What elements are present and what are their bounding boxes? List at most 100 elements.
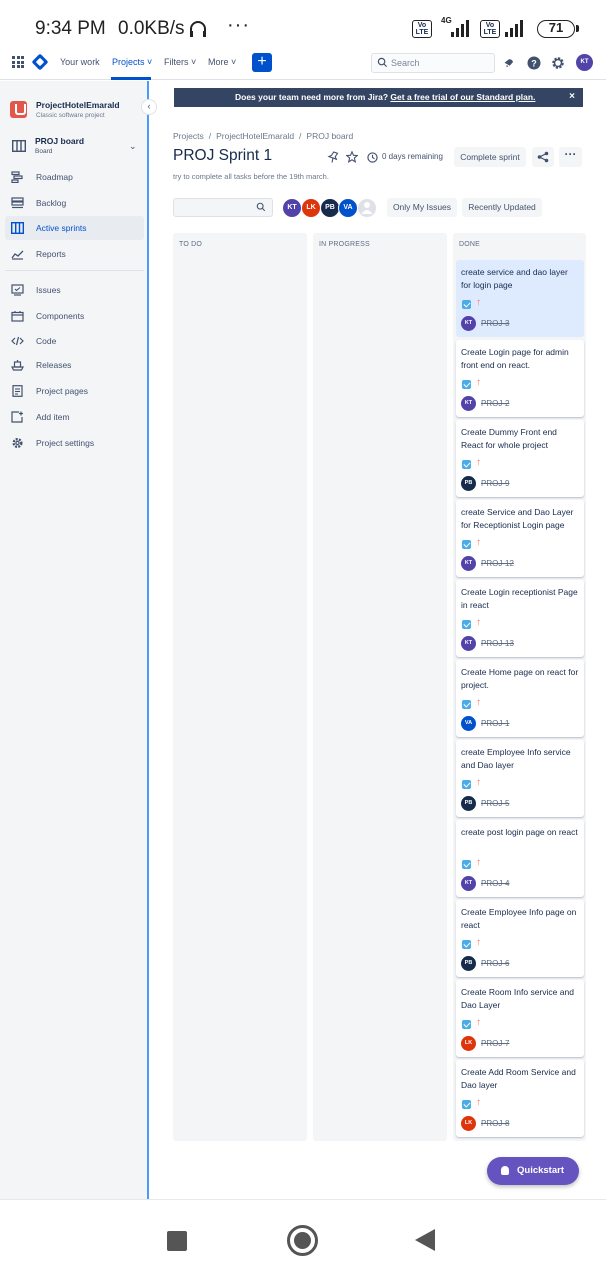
priority-arrow-icon: ↑ <box>476 617 481 628</box>
star-icon[interactable] <box>346 151 358 163</box>
sidebar-item-components[interactable]: Components <box>5 304 144 328</box>
breadcrumb-board[interactable]: PROJ board <box>306 131 353 141</box>
create-button[interactable]: + <box>252 53 272 72</box>
sidebar-item-project-pages[interactable]: Project pages <box>5 379 144 403</box>
issue-key[interactable]: PROJ-9 <box>481 479 509 488</box>
pin-icon[interactable] <box>327 151 339 163</box>
issue-key[interactable]: PROJ-8 <box>481 1119 509 1128</box>
issue-key[interactable]: PROJ-1 <box>481 719 509 728</box>
user-avatar[interactable]: KT <box>576 54 593 71</box>
assignee-avatar[interactable]: KT <box>461 876 476 891</box>
project-type: Classic software project <box>36 112 105 119</box>
issue-key[interactable]: PROJ-2 <box>481 399 509 408</box>
assignee-avatar[interactable]: KT <box>461 316 476 331</box>
avatar-filter-pb[interactable]: PB <box>320 198 340 218</box>
chevron-down-icon[interactable]: ⌄ <box>129 141 137 152</box>
avatar-filter-va[interactable]: VA <box>338 198 358 218</box>
issue-card[interactable]: Create Login page for admin front end on… <box>456 340 584 417</box>
recently-updated-button[interactable]: Recently Updated <box>462 198 542 217</box>
board-name[interactable]: PROJ board <box>35 136 84 146</box>
issue-card[interactable]: create Service and Dao Layer for Recepti… <box>456 500 584 577</box>
assignee-avatar[interactable]: LK <box>461 1116 476 1131</box>
issue-key[interactable]: PROJ-7 <box>481 1039 509 1048</box>
issue-card[interactable]: Create Login receptionist Page in react ↑… <box>456 580 584 657</box>
nav-projects[interactable]: Projects ˅ <box>112 57 152 67</box>
home-icon[interactable] <box>287 1225 318 1256</box>
issue-summary: create Employee Info service and Dao lay… <box>461 747 571 770</box>
assignee-avatar[interactable]: KT <box>461 636 476 651</box>
nav-more[interactable]: More ˅ <box>208 57 236 67</box>
close-icon[interactable]: × <box>569 91 575 102</box>
collapse-sidebar-button[interactable]: ‹ <box>141 99 157 115</box>
assignee-avatar[interactable]: PB <box>461 956 476 971</box>
jira-logo-icon[interactable] <box>31 53 49 71</box>
sidebar-item-label: Backlog <box>36 198 67 208</box>
more-actions-button[interactable]: ··· <box>559 147 582 167</box>
assignee-avatar[interactable]: PB <box>461 476 476 491</box>
sidebar-item-active-sprints[interactable]: Active sprints <box>5 216 144 240</box>
sidebar-item-backlog[interactable]: Backlog <box>5 191 144 215</box>
nav-filters[interactable]: Filters ˅ <box>164 57 196 67</box>
issue-card[interactable]: create service and dao layer for login p… <box>456 260 584 337</box>
complete-sprint-button[interactable]: Complete sprint <box>454 147 526 167</box>
free-trial-link[interactable]: Get a free trial of our Standard plan. <box>390 92 535 102</box>
assignee-avatar[interactable]: KT <box>461 556 476 571</box>
sidebar-item-code[interactable]: Code <box>5 329 144 353</box>
issue-key[interactable]: PROJ-12 <box>481 559 514 568</box>
android-nav-bar <box>0 1199 606 1280</box>
sidebar-item-releases[interactable]: Releases <box>5 353 144 377</box>
help-icon[interactable]: ? <box>527 56 541 70</box>
issue-summary: create service and dao layer for login p… <box>461 267 568 290</box>
board-search-input[interactable] <box>173 198 273 217</box>
story-type-icon <box>462 1020 471 1029</box>
sidebar-item-project-settings[interactable]: Project settings <box>5 431 144 455</box>
assignee-avatar[interactable]: VA <box>461 716 476 731</box>
sidebar-item-roadmap[interactable]: Roadmap <box>5 165 144 189</box>
main-content: Does your team need more from Jira? Get … <box>151 81 606 1199</box>
notifications-icon[interactable] <box>502 56 516 70</box>
only-my-issues-button[interactable]: Only My Issues <box>387 198 457 217</box>
active-nav-underline <box>111 77 151 80</box>
more-notifications-icon: ··· <box>227 14 250 36</box>
issue-key[interactable]: PROJ-6 <box>481 959 509 968</box>
breadcrumb: Projects / ProjectHotelEmarald / PROJ board <box>173 131 354 141</box>
settings-gear-icon[interactable] <box>551 56 565 70</box>
unassigned-avatar-icon[interactable] <box>357 198 377 218</box>
breadcrumb-project[interactable]: ProjectHotelEmarald <box>216 131 294 141</box>
avatar-filter-kt[interactable]: KT <box>282 198 302 218</box>
issue-key[interactable]: PROJ-13 <box>481 639 514 648</box>
issue-card[interactable]: create post login page on react ↑ KT PROJ-4 <box>456 820 584 897</box>
volte-icon: Vo LTE <box>412 20 432 38</box>
components-icon <box>11 311 24 322</box>
issue-summary: create post login page on react <box>461 827 578 837</box>
back-icon[interactable] <box>415 1229 435 1251</box>
avatar-filter-lk[interactable]: LK <box>301 198 321 218</box>
sidebar-item-issues[interactable]: Issues <box>5 278 144 302</box>
issue-summary: Create Home page on react for project. <box>461 667 579 690</box>
issue-key[interactable]: PROJ-5 <box>481 799 509 808</box>
sidebar-item-reports[interactable]: Reports <box>5 242 144 266</box>
recents-icon[interactable] <box>167 1231 187 1251</box>
issue-card[interactable]: Create Dummy Front end React for whole p… <box>456 420 584 497</box>
assignee-avatar[interactable]: KT <box>461 396 476 411</box>
issue-key[interactable]: PROJ-4 <box>481 879 509 888</box>
sidebar-item-add-item[interactable]: Add item <box>5 405 144 429</box>
issue-card[interactable]: Create Room Info service and Dao Layer ↑ L… <box>456 980 584 1057</box>
quickstart-button[interactable]: Quickstart <box>487 1157 579 1185</box>
share-button[interactable] <box>532 147 554 167</box>
issue-card[interactable]: create Employee Info service and Dao lay… <box>456 740 584 817</box>
status-bar: 9:34 PM 0.0KB/s ··· Vo LTE 4G Vo LTE 71 <box>0 0 606 44</box>
app-switcher-icon[interactable] <box>12 56 24 68</box>
issue-card[interactable]: Create Home page on react for project. ↑ V… <box>456 660 584 737</box>
board-icon <box>12 140 26 152</box>
headset-icon <box>190 21 206 37</box>
issue-card[interactable]: Create Add Room Service and Dao layer ↑ LK… <box>456 1060 584 1137</box>
assignee-avatar[interactable]: LK <box>461 1036 476 1051</box>
issue-card[interactable]: Create Employee Info page on react ↑ PB PRO… <box>456 900 584 977</box>
project-name[interactable]: ProjectHotelEmarald <box>36 100 120 110</box>
issue-key[interactable]: PROJ-3 <box>481 319 509 328</box>
search-input[interactable]: Search <box>371 53 495 73</box>
assignee-avatar[interactable]: PB <box>461 796 476 811</box>
nav-your-work[interactable]: Your work <box>60 57 100 67</box>
breadcrumb-projects[interactable]: Projects <box>173 131 204 141</box>
